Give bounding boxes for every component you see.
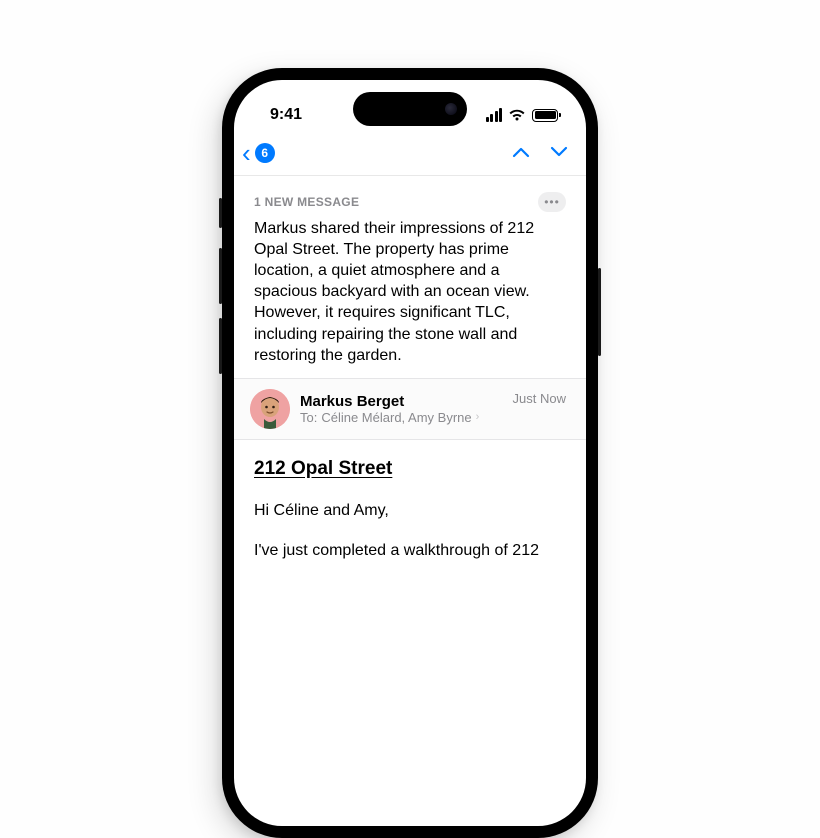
previous-message-button[interactable] xyxy=(512,141,530,164)
chevron-up-icon xyxy=(512,146,530,158)
message-time: Just Now xyxy=(513,391,566,406)
wifi-icon xyxy=(508,108,526,122)
more-button[interactable]: ••• xyxy=(538,192,566,212)
ellipsis-icon: ••• xyxy=(544,195,560,209)
nav-bar: ‹ 6 xyxy=(234,134,586,176)
power-button xyxy=(598,268,601,356)
summary-card: 1 NEW MESSAGE ••• Markus shared their im… xyxy=(234,176,586,378)
phone-frame: 9:41 ‹ 6 xyxy=(222,68,598,838)
dynamic-island xyxy=(353,92,467,126)
phone-screen: 9:41 ‹ 6 xyxy=(234,80,586,826)
recipients: Céline Mélard, Amy Byrne xyxy=(321,410,471,425)
recipients-line[interactable]: To: Céline Mélard, Amy Byrne › xyxy=(300,410,503,425)
volume-up-button xyxy=(219,248,222,304)
status-time: 9:41 xyxy=(270,106,302,124)
body-line: I've just completed a walkthrough of 212 xyxy=(254,540,566,562)
summary-text: Markus shared their impressions of 212 O… xyxy=(254,218,566,366)
greeting: Hi Céline and Amy, xyxy=(254,500,566,522)
summary-label: 1 NEW MESSAGE xyxy=(254,195,359,209)
to-label: To: xyxy=(300,410,317,425)
chevron-down-icon xyxy=(550,146,568,158)
side-button xyxy=(219,198,222,228)
back-button[interactable]: ‹ 6 xyxy=(240,140,275,166)
avatar[interactable] xyxy=(250,389,290,429)
volume-down-button xyxy=(219,318,222,374)
next-message-button[interactable] xyxy=(550,141,568,164)
message-body: 212 Opal Street Hi Céline and Amy, I've … xyxy=(234,440,586,599)
cellular-signal-icon xyxy=(486,108,503,122)
status-indicators xyxy=(486,108,559,122)
chevron-left-icon: ‹ xyxy=(240,140,253,166)
message-header[interactable]: Markus Berget To: Céline Mélard, Amy Byr… xyxy=(234,378,586,440)
unread-count-badge: 6 xyxy=(255,143,275,163)
message-subject: 212 Opal Street xyxy=(254,458,566,480)
chevron-right-icon: › xyxy=(476,411,480,423)
front-camera xyxy=(445,103,457,115)
memoji-icon xyxy=(250,389,290,429)
battery-icon xyxy=(532,109,558,122)
sender-name[interactable]: Markus Berget xyxy=(300,393,503,410)
